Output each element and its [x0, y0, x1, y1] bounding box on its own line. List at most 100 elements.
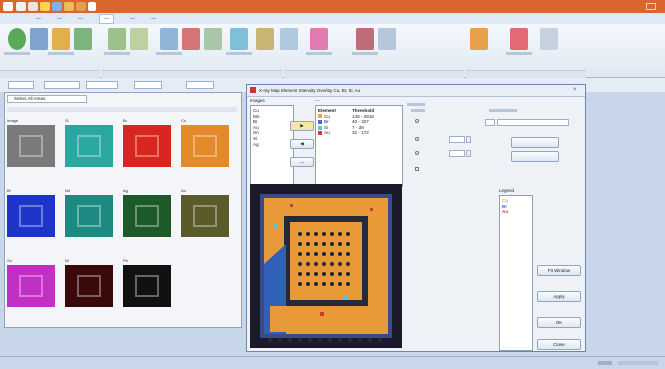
settings-button[interactable] — [511, 151, 559, 162]
tab-maps[interactable]: — — [78, 16, 83, 22]
ribbon-button[interactable] — [310, 28, 328, 50]
ribbon-group — [102, 70, 282, 78]
checkbox[interactable] — [415, 167, 419, 171]
tab-tools[interactable]: — — [151, 16, 156, 22]
overlay-map-image — [250, 184, 402, 348]
settings-label — [407, 103, 425, 106]
app-icon[interactable] — [3, 2, 13, 11]
toolbar-field[interactable] — [44, 81, 80, 89]
number-field[interactable] — [449, 136, 465, 143]
ribbon-group — [466, 70, 586, 78]
tab-home[interactable]: — — [36, 16, 41, 22]
element-map-thumbnail[interactable] — [65, 125, 113, 167]
color-swatch[interactable] — [318, 114, 322, 119]
zoom-slider[interactable] — [618, 361, 658, 365]
ribbon-button[interactable] — [182, 28, 200, 50]
overlay-listbox[interactable]: Element Threshold Cu 148 - 2815 Br 40 - 327 S… — [315, 105, 403, 187]
overlay-threshold: 7 - 38 — [352, 124, 364, 130]
toolbar-field[interactable] — [8, 81, 34, 89]
ribbon-button[interactable] — [108, 28, 126, 50]
toolbar-field[interactable] — [86, 81, 118, 89]
ribbon-tabs: — — — — — — — [0, 13, 665, 24]
close-button[interactable]: Close — [537, 339, 581, 350]
remove-button[interactable]: ◀ — [290, 139, 314, 149]
images-listbox[interactable]: Cu Mo Br Au Sn Si Ag — [250, 105, 294, 187]
thumbnail-label: Sn — [7, 258, 12, 263]
ribbon-button[interactable] — [230, 28, 248, 50]
radio-button[interactable] — [415, 137, 419, 141]
save-icon[interactable] — [16, 2, 26, 11]
element-map-thumbnail[interactable] — [123, 125, 171, 167]
map-panel: Select All Areas Image Si Br Cu Br Nd Ag Au Sn Ni… — [4, 92, 242, 328]
legend-item: Au — [502, 209, 509, 215]
ribbon-button[interactable] — [52, 28, 70, 50]
element-map-thumbnail[interactable] — [181, 195, 229, 237]
color-swatch[interactable] — [318, 125, 322, 130]
fit-window-button[interactable]: Fit Window — [537, 265, 581, 276]
overlay-element-name: Au — [324, 130, 330, 136]
thumbnail-label: Pb — [123, 258, 128, 263]
image-icon[interactable] — [52, 2, 62, 11]
overlay-element-row[interactable]: Au 32 - 172 — [318, 130, 400, 136]
element-map-thumbnail[interactable] — [65, 195, 113, 237]
ribbon-button[interactable] — [256, 28, 274, 50]
overlay-threshold: 40 - 327 — [352, 119, 369, 125]
ribbon-button[interactable] — [8, 28, 26, 50]
tab-analysis[interactable]: — — [57, 16, 62, 22]
combo-box[interactable] — [485, 119, 495, 126]
radio-button[interactable] — [415, 119, 419, 123]
settings-button[interactable] — [511, 137, 559, 148]
number-field[interactable] — [449, 150, 465, 157]
settings-label — [411, 109, 425, 112]
ribbon-button[interactable] — [204, 28, 222, 50]
element-map-thumbnail[interactable] — [7, 195, 55, 237]
element-map-thumbnail[interactable] — [181, 125, 229, 167]
select-all-label: Select All Areas — [14, 96, 46, 101]
thumbnail-label: Image — [7, 118, 19, 123]
element-map-thumbnail[interactable] — [65, 265, 113, 307]
settings-icon[interactable] — [64, 2, 74, 11]
spin-button[interactable] — [466, 136, 471, 143]
element-map-thumbnail[interactable] — [7, 265, 55, 307]
ribbon-label — [506, 52, 532, 55]
add-button[interactable]: ▶ — [290, 121, 314, 131]
close-icon[interactable] — [88, 2, 96, 11]
ribbon-button[interactable] — [160, 28, 178, 50]
window-close-button[interactable] — [646, 3, 656, 10]
ok-button[interactable]: OK — [537, 317, 581, 328]
toolbar-field[interactable] — [186, 81, 214, 89]
color-swatch[interactable] — [318, 131, 322, 136]
ribbon-button[interactable] — [378, 28, 396, 50]
folder-icon[interactable] — [40, 2, 50, 11]
ribbon-button[interactable] — [130, 28, 148, 50]
spin-button[interactable] — [466, 150, 471, 157]
select-all-tab[interactable]: Select All Areas — [7, 95, 87, 103]
toolbar-field[interactable] — [134, 81, 162, 89]
help-icon[interactable] — [76, 2, 86, 11]
radio-button[interactable] — [415, 151, 419, 155]
apply-button[interactable]: Apply — [537, 291, 581, 302]
ribbon-button[interactable] — [280, 28, 298, 50]
element-map-thumbnail[interactable] — [123, 265, 171, 307]
ribbon-label — [226, 52, 252, 55]
ribbon-button[interactable] — [356, 28, 374, 50]
combo-box[interactable] — [497, 119, 569, 126]
tab-active[interactable]: — — [99, 13, 114, 24]
threshold-header: Threshold — [352, 108, 375, 113]
ribbon-button[interactable] — [30, 28, 48, 50]
ribbon-button[interactable] — [470, 28, 488, 50]
clear-button[interactable]: — — [290, 157, 314, 167]
undo-icon[interactable] — [28, 2, 38, 11]
ribbon-button[interactable] — [74, 28, 92, 50]
element-map-thumbnail[interactable] — [7, 125, 55, 167]
image-list-item[interactable]: Ag — [253, 142, 291, 148]
thumbnail-label: Si — [65, 118, 69, 123]
dialog-close-icon[interactable]: × — [573, 87, 577, 93]
overlay-threshold: 148 - 2815 — [352, 113, 374, 119]
ribbon-button[interactable] — [540, 28, 558, 50]
tab-view[interactable]: — — [130, 16, 135, 22]
element-map-thumbnail[interactable] — [123, 195, 171, 237]
thumbnail-label: Nd — [65, 188, 71, 193]
ribbon-button[interactable] — [510, 28, 528, 50]
color-swatch[interactable] — [318, 119, 322, 124]
